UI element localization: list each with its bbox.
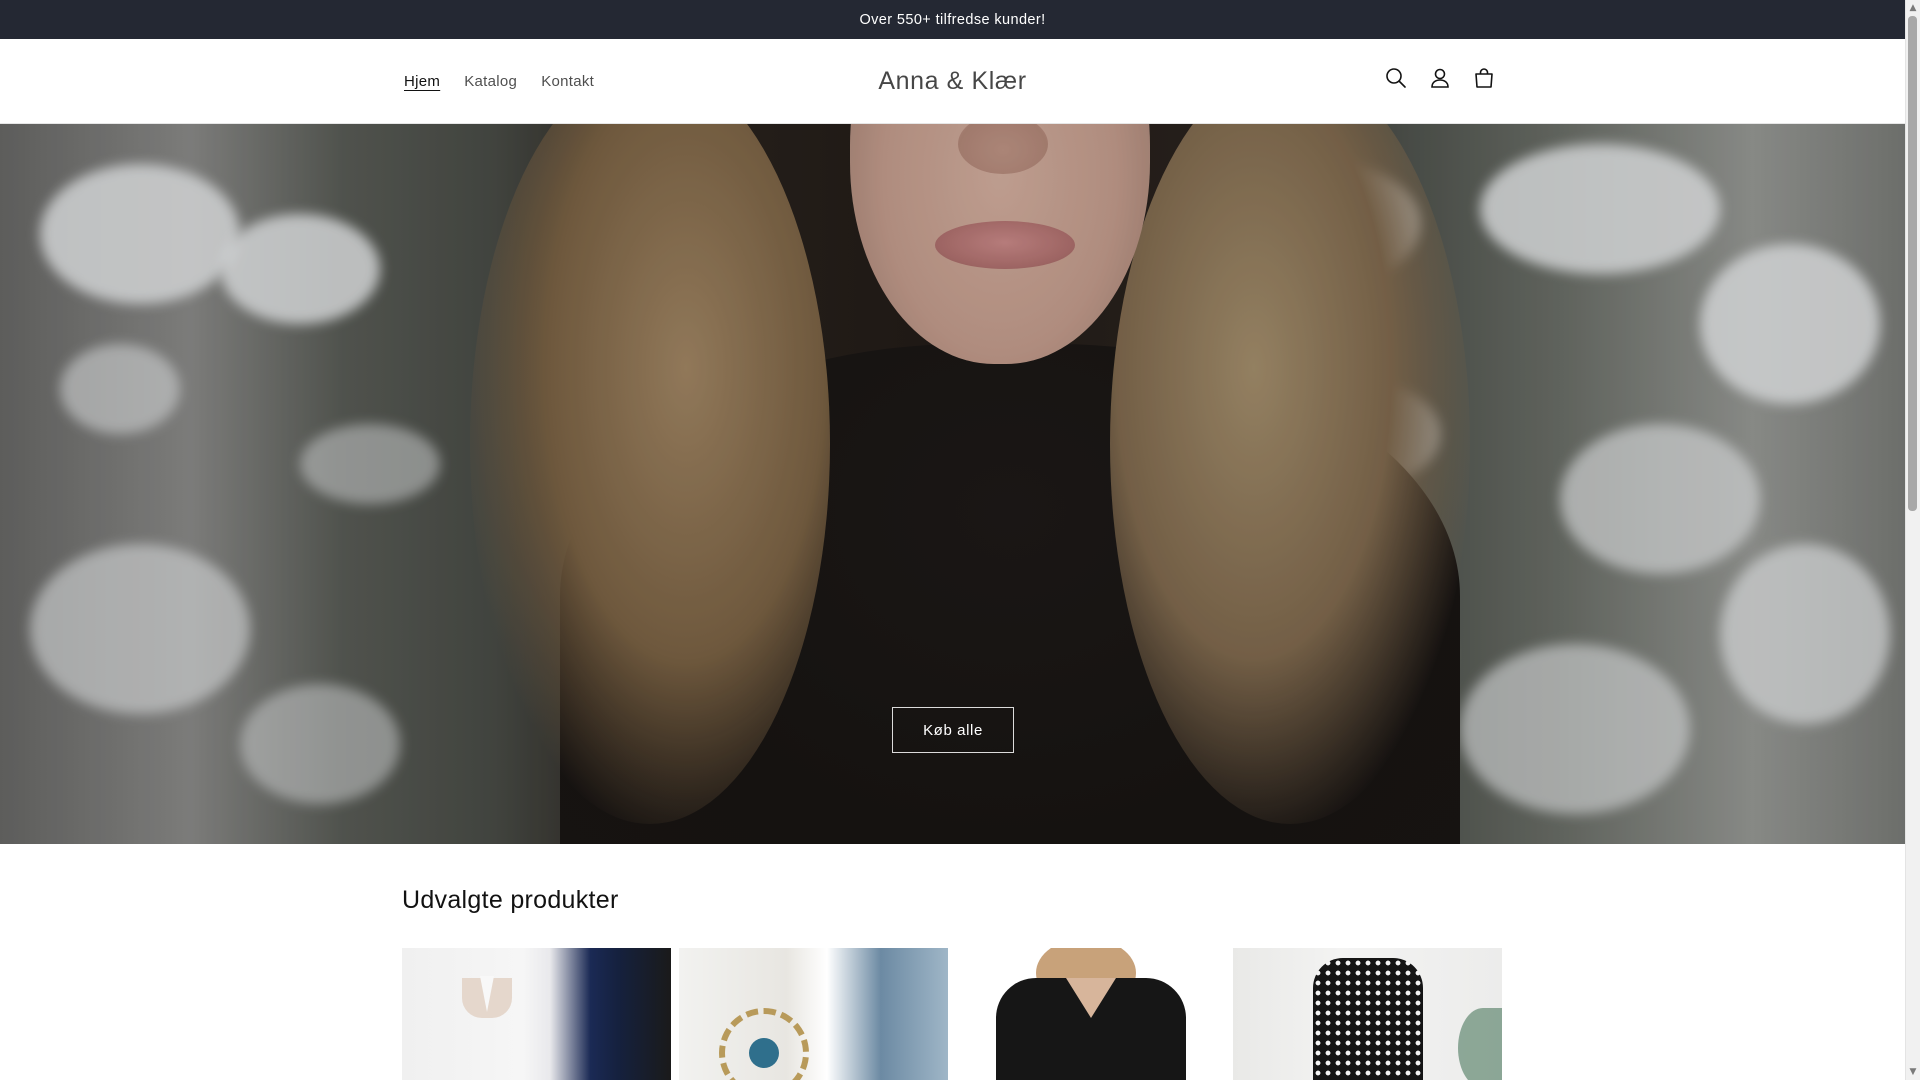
cart-icon [1475,68,1493,88]
product-image [1233,948,1502,1080]
nav-item-hjem[interactable]: Hjem [392,73,452,90]
product-card[interactable] [956,948,1225,1080]
store-logo[interactable]: Anna & Klær [0,39,1905,123]
nav-item-kontakt[interactable]: Kontakt [529,73,606,90]
site-header: Hjem Katalog Kontakt Anna & Klær [0,39,1905,124]
product-image [679,948,948,1080]
product-image [956,948,1225,1080]
nav-item-katalog[interactable]: Katalog [452,73,529,90]
product-image [402,948,671,1080]
account-button[interactable] [1418,56,1462,100]
product-card[interactable] [1233,948,1502,1080]
product-card[interactable] [679,948,948,1080]
header-icons [1374,56,1506,100]
featured-products-title: Udvalgte produkter [402,886,619,914]
page: Over 550+ tilfredse kunder! Hjem Katalog… [0,0,1905,1080]
search-icon [1386,68,1406,88]
announcement-bar: Over 550+ tilfredse kunder! [0,0,1905,39]
product-card[interactable] [402,948,671,1080]
announcement-text: Over 550+ tilfredse kunder! [859,11,1046,28]
shop-all-button[interactable]: Køb alle [892,707,1014,753]
scroll-down-arrow-icon[interactable]: ▼ [1906,1065,1920,1079]
hero-banner: Køb alle [0,124,1905,844]
product-grid [402,948,1502,1080]
scrollbar-thumb[interactable] [1908,16,1917,511]
search-button[interactable] [1374,56,1418,100]
scroll-up-arrow-icon[interactable]: ▲ [1906,1,1920,15]
main-nav: Hjem Katalog Kontakt [392,39,606,123]
account-icon [1431,68,1449,88]
cart-button[interactable] [1462,56,1506,100]
